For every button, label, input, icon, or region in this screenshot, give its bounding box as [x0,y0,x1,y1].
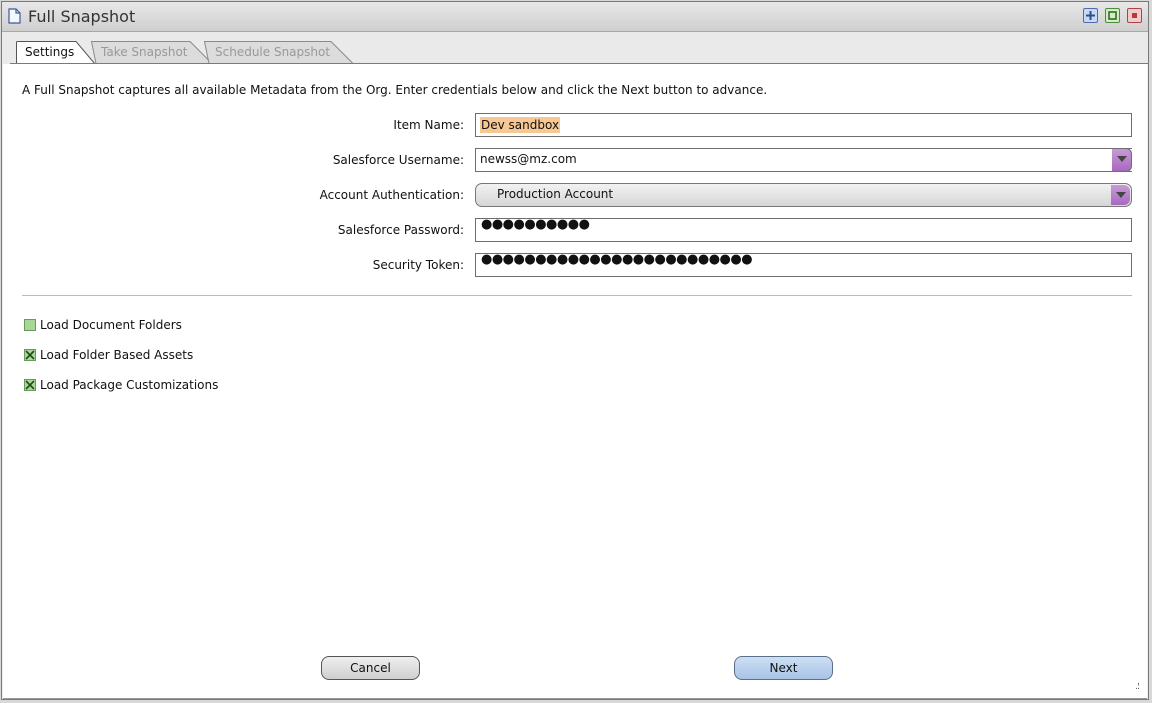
close-icon [1132,13,1137,18]
tab-strip: Settings Take Snapshot Schedule Snapshot [2,32,1148,64]
title-bar[interactable]: Full Snapshot [2,2,1148,32]
check-x-icon [25,350,35,360]
password-label: Salesforce Password: [337,223,464,237]
auth-select[interactable]: Production Account [475,183,1132,207]
plus-icon [1086,11,1095,20]
resize-grip-icon[interactable]: ..: [1135,678,1140,692]
item-name-field[interactable]: Dev sandbox [475,113,1132,137]
username-combobox[interactable]: newss@mz.com [475,148,1132,172]
settings-panel: A Full Snapshot captures all available M… [3,64,1147,699]
maximize-button[interactable] [1105,8,1120,23]
chevron-down-icon[interactable] [1111,185,1130,205]
password-field[interactable]: ●●●●●●●●●● [475,217,1132,242]
load-package-customizations-checkbox[interactable] [24,379,36,391]
load-folder-based-assets-label: Load Folder Based Assets [40,348,194,362]
tab-take-snapshot[interactable]: Take Snapshot [90,41,214,64]
close-button[interactable] [1127,8,1142,23]
username-label: Salesforce Username: [332,153,464,167]
tab-label: Schedule Snapshot [215,45,331,59]
auth-value: Production Account [497,187,614,201]
load-document-folders-label: Load Document Folders [40,318,182,332]
item-name-value: Dev sandbox [480,117,561,133]
section-divider [22,295,1132,296]
intro-text: A Full Snapshot captures all available M… [22,83,768,97]
chevron-down-icon[interactable] [1112,148,1132,172]
token-field[interactable]: ●●●●●●●●●●●●●●●●●●●●●●●●● [475,252,1132,277]
tab-label: Settings [25,45,75,59]
load-package-customizations-label: Load Package Customizations [40,378,219,392]
add-window-button[interactable] [1083,8,1098,23]
tab-label: Take Snapshot [101,45,188,59]
auth-label: Account Authentication: [319,188,464,202]
tab-schedule-snapshot[interactable]: Schedule Snapshot [203,41,355,64]
document-icon [8,8,21,24]
tab-settings[interactable]: Settings [16,41,96,64]
username-value: newss@mz.com [480,152,577,166]
password-value: ●●●●●●●●●● [481,217,590,232]
item-name-label: Item Name: [393,118,464,132]
window-title: Full Snapshot [28,7,136,26]
load-document-folders-checkbox[interactable] [24,319,36,331]
token-value: ●●●●●●●●●●●●●●●●●●●●●●●●● [481,252,753,267]
token-label: Security Token: [372,258,464,272]
check-x-icon [25,380,35,390]
load-folder-based-assets-checkbox[interactable] [24,349,36,361]
next-button[interactable]: Next [734,656,833,680]
snapshot-window: Full Snapshot Settings Take Snapshot Sch… [1,1,1149,700]
maximize-icon [1108,11,1117,20]
cancel-button[interactable]: Cancel [321,656,420,680]
